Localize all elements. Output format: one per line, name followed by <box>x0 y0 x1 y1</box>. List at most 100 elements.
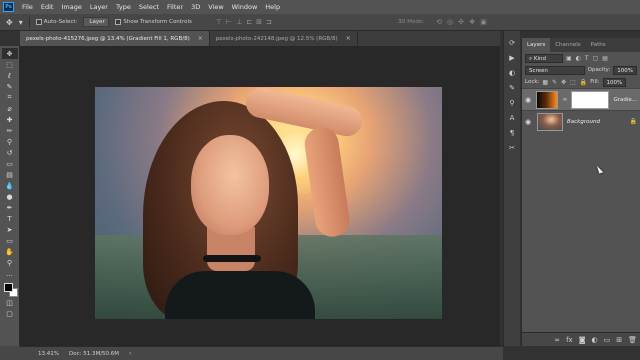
eye-icon[interactable]: ◉ <box>525 118 533 126</box>
character-icon[interactable]: A <box>510 114 515 122</box>
lock-artboard-icon[interactable]: ⬚ <box>570 79 576 86</box>
shape-tool-icon[interactable]: ▭ <box>2 235 18 246</box>
menu-layer[interactable]: Layer <box>86 0 112 14</box>
color-swatches[interactable] <box>2 281 18 297</box>
align-middle-icon[interactable]: ⊢ <box>226 18 232 26</box>
show-transform-option[interactable]: Show Transform Controls <box>115 19 192 25</box>
tab-document-1[interactable]: pexels-photo-415276.jpeg @ 13.4% (Gradie… <box>20 31 210 46</box>
dodge-tool-icon[interactable]: ● <box>2 191 18 202</box>
opacity-field[interactable]: 100% <box>613 65 637 75</box>
more-tools-icon[interactable]: … <box>2 268 18 279</box>
layer-background[interactable]: ◉ Background 🔒 <box>522 110 640 132</box>
lock-transparent-icon[interactable]: ▦ <box>542 79 548 86</box>
menu-help[interactable]: Help <box>261 0 284 14</box>
layer-name[interactable]: Background <box>567 119 600 125</box>
zoom-tool-icon[interactable]: ⚲ <box>2 257 18 268</box>
quick-select-tool-icon[interactable]: ✎ <box>2 81 18 92</box>
zoom-level[interactable]: 13.41% <box>38 351 59 357</box>
auto-select-option[interactable]: Auto-Select: <box>35 19 77 25</box>
auto-select-checkbox[interactable] <box>35 19 42 25</box>
roll-icon[interactable]: ◎ <box>447 18 453 26</box>
lock-image-icon[interactable]: ✎ <box>552 79 557 86</box>
tab-layers[interactable]: Layers <box>522 38 551 52</box>
layer-name[interactable]: Gradie... <box>613 97 637 103</box>
adjustment-filter-icon[interactable]: ◐ <box>576 55 581 62</box>
tab-document-2[interactable]: pexels-photo-242148.jpeg @ 12.5% (RGB/8)… <box>210 31 358 46</box>
history-icon[interactable]: ⟳ <box>509 39 515 47</box>
menu-3d[interactable]: 3D <box>187 0 204 14</box>
auto-select-dropdown[interactable]: Layer <box>83 17 110 27</box>
show-transform-checkbox[interactable] <box>115 19 122 25</box>
blend-mode-dropdown[interactable]: Screen <box>525 65 585 75</box>
shape-filter-icon[interactable]: ▢ <box>593 55 599 62</box>
layer-gradient-fill[interactable]: ◉ ∞ Gradie... <box>522 88 640 110</box>
new-group-icon[interactable]: ▭ <box>604 336 611 344</box>
gradient-layer-thumbnail[interactable] <box>535 90 559 109</box>
fill-field[interactable]: 100% <box>602 77 627 87</box>
brush-tool-icon[interactable]: ✏ <box>2 125 18 136</box>
layer-mask-thumbnail[interactable] <box>571 90 610 109</box>
tools-settings-icon[interactable]: ✂ <box>509 144 515 152</box>
menu-type[interactable]: Type <box>112 0 135 14</box>
blur-tool-icon[interactable]: 💧 <box>2 180 18 191</box>
hand-tool-icon[interactable]: ✋ <box>2 246 18 257</box>
close-icon[interactable]: × <box>346 35 351 42</box>
close-icon[interactable]: × <box>198 35 203 42</box>
history-brush-tool-icon[interactable]: ↺ <box>2 147 18 158</box>
tab-paths[interactable]: Paths <box>586 38 611 52</box>
pen-tool-icon[interactable]: ✒ <box>2 202 18 213</box>
align-top-icon[interactable]: ⊤ <box>216 18 222 26</box>
path-select-tool-icon[interactable]: ➤ <box>2 224 18 235</box>
link-layers-icon[interactable]: ∞ <box>554 336 560 344</box>
foreground-color-swatch[interactable] <box>3 283 13 292</box>
smart-object-filter-icon[interactable]: ▤ <box>602 55 608 62</box>
lock-all-icon[interactable]: 🔒 <box>580 79 587 86</box>
crop-tool-icon[interactable]: ⌗ <box>2 92 18 103</box>
tool-preset-icon[interactable]: ▾ <box>19 18 23 27</box>
menu-edit[interactable]: Edit <box>37 0 58 14</box>
marquee-tool-icon[interactable]: ⬚ <box>2 59 18 70</box>
align-center-icon[interactable]: ⊞ <box>256 18 262 26</box>
align-right-icon[interactable]: ⊐ <box>266 18 272 26</box>
background-layer-thumbnail[interactable] <box>537 112 563 131</box>
gradient-tool-icon[interactable]: ▤ <box>2 169 18 180</box>
quick-mask-icon[interactable]: ◫ <box>2 297 18 308</box>
adjustments-icon[interactable]: ◐ <box>509 69 515 77</box>
new-adjustment-icon[interactable]: ◐ <box>592 336 598 344</box>
trash-icon[interactable]: 🗑 <box>628 336 637 344</box>
scale-icon[interactable]: ▣ <box>480 18 487 26</box>
menu-select[interactable]: Select <box>135 0 163 14</box>
menu-file[interactable]: File <box>18 0 37 14</box>
type-filter-icon[interactable]: T <box>585 55 589 62</box>
status-menu-icon[interactable]: › <box>129 350 131 357</box>
fx-icon[interactable]: fx <box>566 336 573 344</box>
move-tool-icon[interactable]: ✥ <box>6 18 13 27</box>
type-tool-icon[interactable]: T <box>2 213 18 224</box>
clone-source-icon[interactable]: ⚲ <box>509 99 514 107</box>
eraser-tool-icon[interactable]: ▭ <box>2 158 18 169</box>
play-action-icon[interactable]: ▶ <box>509 54 514 62</box>
menu-window[interactable]: Window <box>228 0 262 14</box>
clone-stamp-tool-icon[interactable]: ⚲ <box>2 136 18 147</box>
menu-image[interactable]: Image <box>57 0 85 14</box>
screen-mode-icon[interactable]: ▢ <box>2 308 18 319</box>
pan-icon[interactable]: ✣ <box>458 18 464 26</box>
healing-brush-tool-icon[interactable]: ✚ <box>2 114 18 125</box>
eyedropper-tool-icon[interactable]: ⌀ <box>2 103 18 114</box>
menu-filter[interactable]: Filter <box>163 0 187 14</box>
add-mask-icon[interactable]: ◙ <box>579 336 586 344</box>
align-left-icon[interactable]: ⊏ <box>246 18 252 26</box>
tab-channels[interactable]: Channels <box>550 38 585 52</box>
lock-position-icon[interactable]: ✥ <box>561 79 566 86</box>
lasso-tool-icon[interactable]: ℓ <box>2 70 18 81</box>
new-layer-icon[interactable]: ⊞ <box>616 336 622 344</box>
slide-icon[interactable]: ❖ <box>469 18 475 26</box>
link-icon[interactable]: ∞ <box>562 96 567 103</box>
pixel-filter-icon[interactable]: ▣ <box>566 55 572 62</box>
filter-kind-dropdown[interactable]: ⌕ Kind <box>525 53 563 63</box>
align-bottom-icon[interactable]: ⊥ <box>236 18 242 26</box>
eye-icon[interactable]: ◉ <box>525 96 532 104</box>
paragraph-icon[interactable]: ¶ <box>510 129 514 137</box>
document-canvas[interactable] <box>95 87 442 319</box>
move-tool-icon[interactable]: ✥ <box>1 48 18 59</box>
